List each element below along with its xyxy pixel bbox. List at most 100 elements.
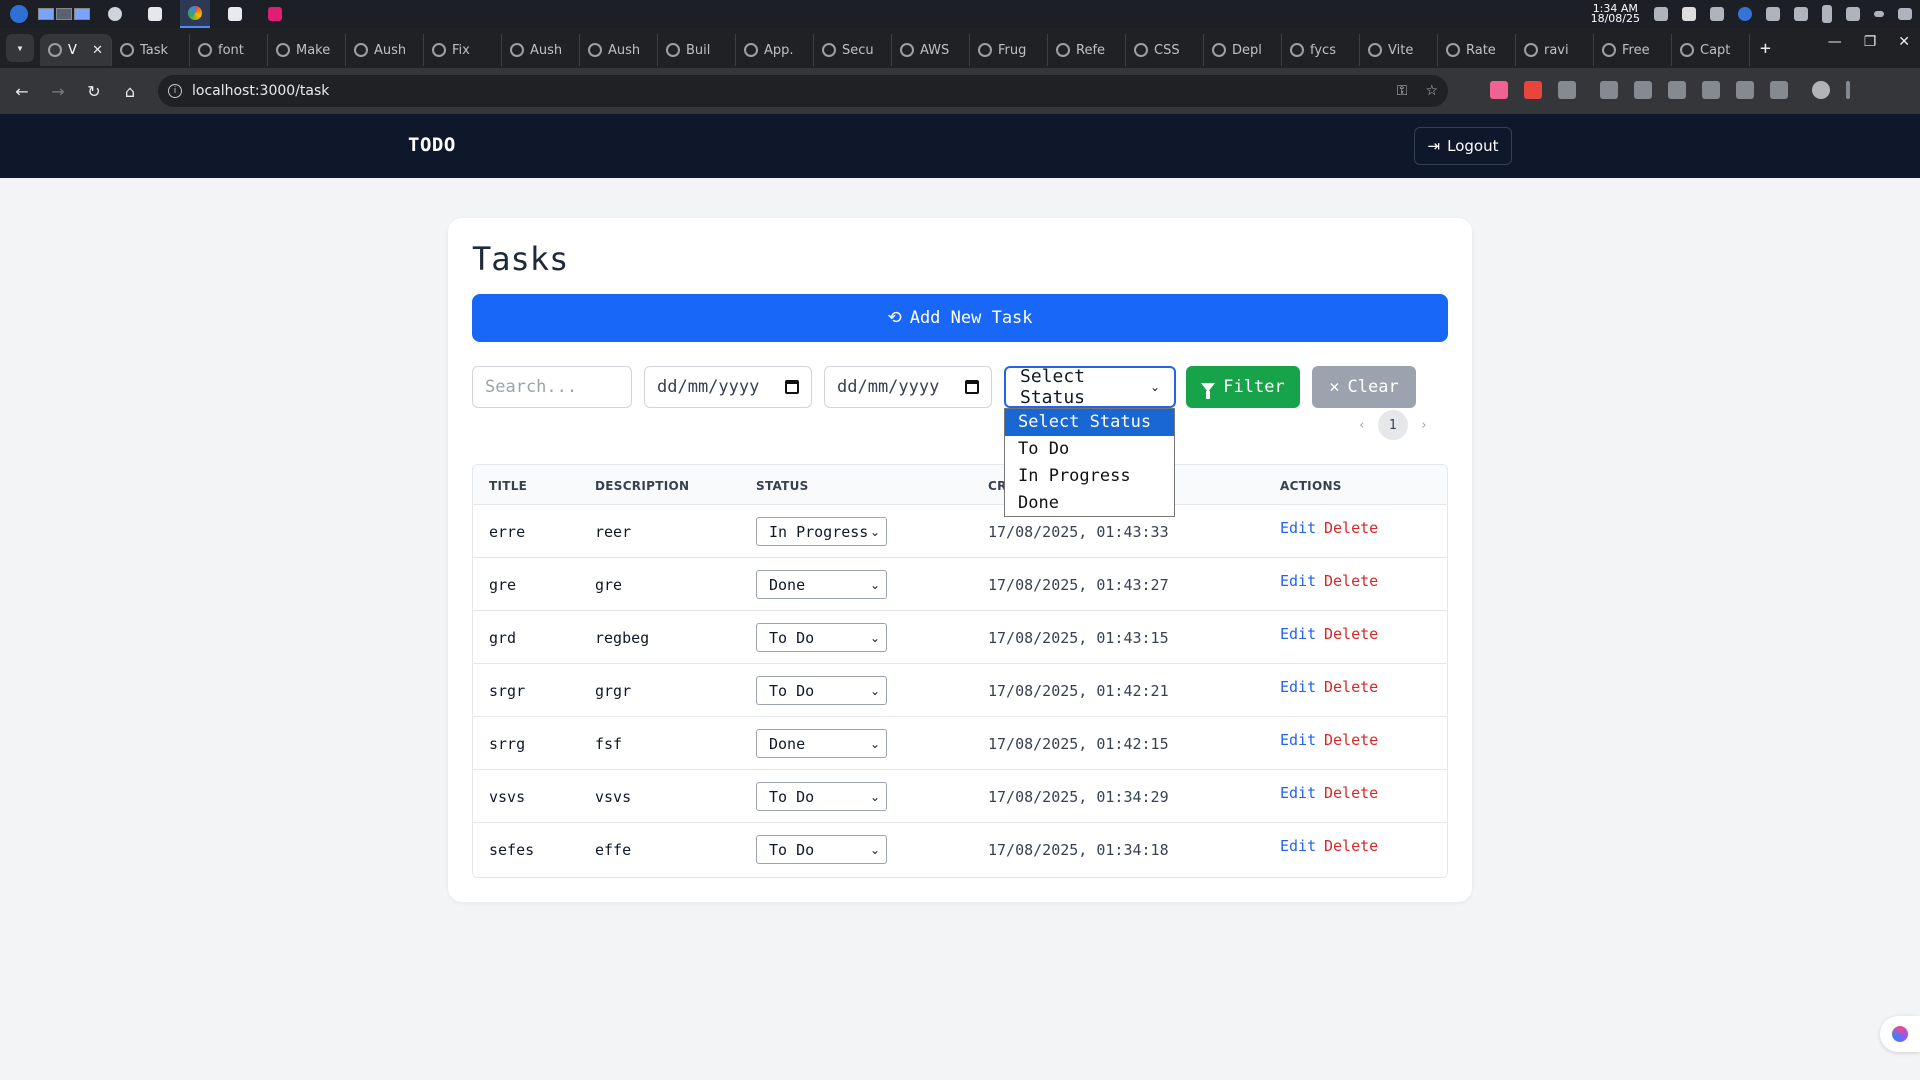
site-info-icon[interactable]: i bbox=[168, 84, 182, 98]
logout-button[interactable]: ⇥ Logout bbox=[1414, 127, 1512, 165]
edit-button[interactable]: Edit bbox=[1280, 625, 1316, 643]
address-bar[interactable]: i localhost:3000/task ⚿ ☆ bbox=[158, 75, 1448, 107]
profile-avatar[interactable] bbox=[1812, 81, 1830, 99]
minimize-icon[interactable]: — bbox=[1828, 34, 1842, 50]
close-window-icon[interactable]: ✕ bbox=[1898, 34, 1910, 50]
sidepanel-icon[interactable] bbox=[1702, 81, 1720, 99]
task-status-select[interactable]: To Do ⌄ bbox=[756, 676, 887, 705]
os-launcher-icon[interactable] bbox=[10, 5, 28, 23]
task-status-select[interactable]: Done ⌄ bbox=[756, 729, 887, 758]
key-icon[interactable]: ⚿ bbox=[1397, 83, 1408, 99]
calendar-icon[interactable] bbox=[785, 380, 799, 394]
browser-tab[interactable]: CSS bbox=[1126, 34, 1204, 66]
browser-tab[interactable]: font bbox=[190, 34, 268, 66]
clock[interactable]: 1:34 AM 18/08/25 bbox=[1591, 3, 1640, 24]
reload-button[interactable]: ↻ bbox=[76, 82, 112, 101]
chevron-down-icon[interactable] bbox=[1874, 11, 1884, 17]
task-status-select[interactable]: To Do ⌄ bbox=[756, 835, 887, 864]
browser-tab[interactable]: Aush bbox=[502, 34, 580, 66]
assistant-floating-button[interactable] bbox=[1880, 1016, 1920, 1052]
calendar-icon[interactable] bbox=[965, 380, 979, 394]
clear-button[interactable]: ✕ Clear bbox=[1312, 366, 1416, 408]
settings-app-icon[interactable] bbox=[100, 0, 130, 28]
back-button[interactable]: ← bbox=[4, 82, 40, 101]
brand-logo[interactable]: TODO bbox=[408, 134, 456, 156]
add-task-button[interactable]: ⟲ Add New Task bbox=[472, 294, 1448, 342]
status-select[interactable]: Select Status ⌄ bbox=[1004, 366, 1176, 408]
browser-tab[interactable]: Make bbox=[268, 34, 346, 66]
extension-icon[interactable] bbox=[1524, 81, 1542, 99]
browser-tab[interactable]: Depl bbox=[1204, 34, 1282, 66]
browser-tab[interactable]: Capt bbox=[1672, 34, 1750, 66]
browser-tab[interactable]: Free bbox=[1594, 34, 1672, 66]
browser-tab[interactable]: Aush bbox=[580, 34, 658, 66]
chrome-app-icon[interactable] bbox=[180, 0, 210, 28]
forward-button[interactable]: → bbox=[40, 82, 76, 101]
delete-button[interactable]: Delete bbox=[1324, 784, 1378, 802]
folder-app-icon[interactable] bbox=[220, 0, 250, 28]
task-status-select[interactable]: Done ⌄ bbox=[756, 570, 887, 599]
page-1-button[interactable]: 1 bbox=[1377, 410, 1408, 440]
browser-tab[interactable]: App. bbox=[736, 34, 814, 66]
browser-tab[interactable]: Fix bbox=[424, 34, 502, 66]
status-option[interactable]: In Progress bbox=[1005, 463, 1174, 490]
browser-tab[interactable]: AWS bbox=[892, 34, 970, 66]
delete-button[interactable]: Delete bbox=[1324, 837, 1378, 855]
edit-button[interactable]: Edit bbox=[1280, 731, 1316, 749]
url-text[interactable]: localhost:3000/task bbox=[192, 83, 329, 99]
puzzle-icon[interactable] bbox=[1558, 81, 1576, 99]
bluetooth-badge-icon[interactable] bbox=[1738, 7, 1752, 21]
task-status-select[interactable]: To Do ⌄ bbox=[756, 782, 887, 811]
home-button[interactable]: ⌂ bbox=[112, 82, 148, 101]
browser-tab[interactable]: Frug bbox=[970, 34, 1048, 66]
date-from-input[interactable]: dd/mm/yyyy bbox=[644, 366, 812, 408]
files-app-icon[interactable] bbox=[140, 0, 170, 28]
tab-search-button[interactable]: ▾ bbox=[6, 34, 34, 62]
close-tab-icon[interactable]: ✕ bbox=[92, 43, 103, 58]
battery-icon[interactable] bbox=[1822, 5, 1832, 23]
media-app-icon[interactable] bbox=[260, 0, 290, 28]
browser-tab[interactable]: V ✕ bbox=[40, 34, 112, 66]
bookmark-star-icon[interactable]: ☆ bbox=[1425, 83, 1438, 99]
kebab-menu-icon[interactable] bbox=[1846, 81, 1850, 99]
bluetooth-icon[interactable] bbox=[1766, 7, 1780, 21]
history-icon[interactable] bbox=[1600, 81, 1618, 99]
volume-icon[interactable] bbox=[1710, 7, 1724, 21]
browser-tab[interactable]: Aush bbox=[346, 34, 424, 66]
menu-icon[interactable] bbox=[1898, 8, 1912, 20]
new-tab-button[interactable]: + bbox=[1760, 38, 1771, 59]
delete-button[interactable]: Delete bbox=[1324, 731, 1378, 749]
clipboard-icon[interactable] bbox=[1654, 7, 1668, 21]
search-input[interactable]: Search... bbox=[472, 366, 632, 408]
edit-button[interactable]: Edit bbox=[1280, 572, 1316, 590]
task-status-select[interactable]: In Progress ⌄ bbox=[756, 517, 887, 546]
workspace-switcher[interactable] bbox=[38, 8, 90, 20]
status-option[interactable]: Done bbox=[1005, 490, 1174, 517]
delete-button[interactable]: Delete bbox=[1324, 625, 1378, 643]
maximize-icon[interactable]: ❐ bbox=[1864, 34, 1877, 50]
edit-button[interactable]: Edit bbox=[1280, 678, 1316, 696]
browser-tab[interactable]: Vite bbox=[1360, 34, 1438, 66]
browser-tab[interactable]: ravi bbox=[1516, 34, 1594, 66]
edit-button[interactable]: Edit bbox=[1280, 837, 1316, 855]
task-status-select[interactable]: To Do ⌄ bbox=[756, 623, 887, 652]
browser-tab[interactable]: Task bbox=[112, 34, 190, 66]
browser-tab[interactable]: Buil bbox=[658, 34, 736, 66]
pause-icon[interactable] bbox=[1682, 7, 1696, 21]
date-to-input[interactable]: dd/mm/yyyy bbox=[824, 366, 992, 408]
delete-button[interactable]: Delete bbox=[1324, 519, 1378, 537]
extension-icon[interactable] bbox=[1490, 81, 1508, 99]
sync-icon[interactable] bbox=[1668, 81, 1686, 99]
translate-icon[interactable] bbox=[1736, 81, 1754, 99]
location-icon[interactable] bbox=[1794, 7, 1808, 21]
status-option[interactable]: Select Status bbox=[1005, 409, 1174, 436]
browser-tab[interactable]: Rate bbox=[1438, 34, 1516, 66]
status-option[interactable]: To Do bbox=[1005, 436, 1174, 463]
browser-tab[interactable]: Secu bbox=[814, 34, 892, 66]
next-page-button[interactable]: › bbox=[1420, 418, 1428, 433]
wifi-icon[interactable] bbox=[1846, 7, 1860, 21]
delete-button[interactable]: Delete bbox=[1324, 678, 1378, 696]
browser-tab[interactable]: fycs bbox=[1282, 34, 1360, 66]
incognito-icon[interactable] bbox=[1634, 81, 1652, 99]
edit-button[interactable]: Edit bbox=[1280, 784, 1316, 802]
